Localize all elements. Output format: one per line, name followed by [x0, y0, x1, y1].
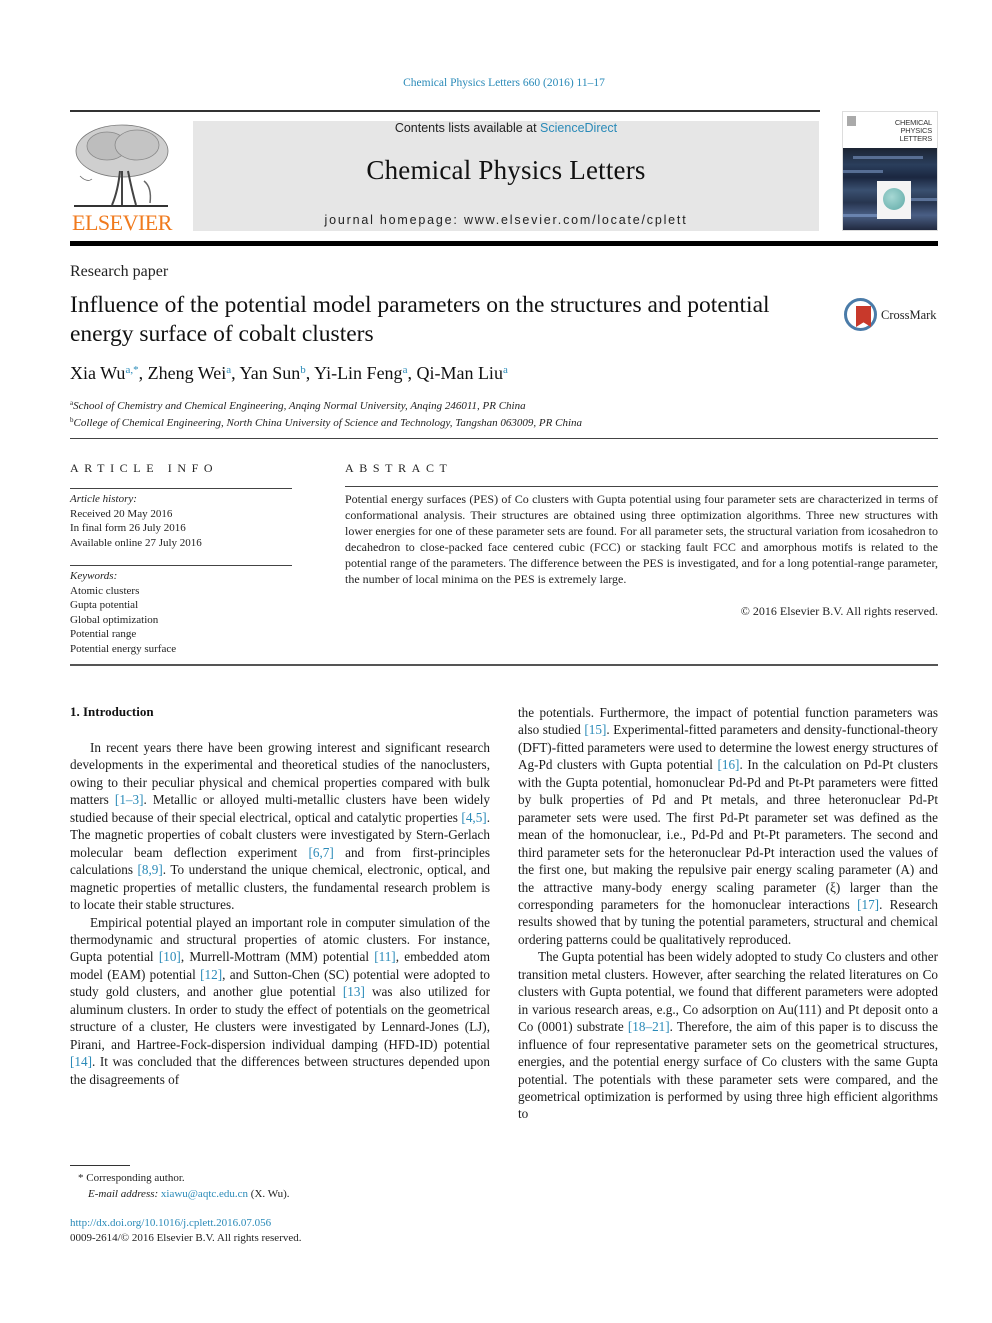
cover-elsevier-emblem-icon [847, 116, 856, 126]
title-divider [70, 438, 938, 439]
citation-link[interactable]: [1–3] [115, 792, 144, 807]
cover-molecule-image [877, 181, 911, 219]
history-received: Received 20 May 2016 [70, 507, 173, 520]
article-history: Article history: Received 20 May 2016 In… [70, 492, 202, 550]
citation-link[interactable]: [18–21] [628, 1019, 670, 1034]
history-final-form: In final form 26 July 2016 [70, 522, 186, 534]
keyword-item: Global optimization [70, 613, 159, 626]
footnote-star: * [78, 1172, 84, 1184]
keyword-item: Potential energy surface [70, 642, 177, 655]
author-list: Xia Wua,*, Zheng Weia, Yan Sunb, Yi-Lin … [70, 363, 508, 383]
citation-link[interactable]: [14] [70, 1054, 92, 1069]
citation-link[interactable]: [17] [857, 897, 879, 912]
contents-availability: Contents lists available at ScienceDirec… [193, 121, 819, 135]
article-info-rule [70, 488, 292, 489]
abstract-rule [345, 486, 938, 487]
paragraph: In recent years there have been growing … [70, 740, 491, 913]
citation-link[interactable]: [8,9] [138, 862, 163, 877]
doi-block: http://dx.doi.org/10.1016/j.cplett.2016.… [70, 1216, 302, 1246]
crossmark-icon [844, 298, 877, 331]
article-type: Research paper [70, 263, 169, 280]
cover-artwork [843, 148, 937, 230]
citation-link[interactable]: [4,5] [461, 810, 486, 825]
citation-link[interactable]: [6,7] [309, 845, 334, 860]
keyword-item: Atomic clusters [70, 584, 140, 597]
author-affiliation-marker[interactable]: a [226, 364, 231, 376]
keyword-item: Potential range [70, 628, 137, 640]
crossmark-label: CrossMark [881, 308, 937, 322]
author-affiliation-marker[interactable]: a [403, 364, 408, 376]
header-rule [70, 110, 820, 112]
elsevier-logo[interactable]: ELSEVIER [70, 117, 174, 235]
elsevier-tree-icon [72, 121, 170, 209]
article-info-heading: ARTICLE INFO [70, 461, 219, 475]
header-thick-rule [70, 241, 938, 246]
citation-link[interactable]: [11] [374, 949, 395, 964]
sciencedirect-link[interactable]: ScienceDirect [540, 121, 617, 135]
citation-link[interactable]: [12] [200, 967, 222, 982]
citation-link[interactable]: [10] [159, 949, 181, 964]
author-name[interactable]: Yan Sun [240, 363, 301, 383]
abstract-text: Potential energy surfaces (PES) of Co cl… [345, 492, 938, 586]
author-affiliation-marker[interactable]: a [503, 364, 508, 376]
paragraph: the potentials. Furthermore, the impact … [518, 705, 939, 947]
author-name[interactable]: Qi-Man Liu [416, 363, 502, 383]
journal-reference-link[interactable]: Chemical Physics Letters 660 (2016) 11–1… [0, 77, 992, 89]
keywords-rule [70, 565, 292, 566]
corresponding-author-footnote: * Corresponding author. E-mail address: … [78, 1172, 290, 1200]
issn-copyright: 0009-2614/© 2016 Elsevier B.V. All right… [70, 1232, 302, 1244]
author-name[interactable]: Xia Wu [70, 363, 125, 383]
cover-title: CHEMICAL PHYSICS LETTERS [894, 118, 932, 143]
cluster-sphere-icon [883, 188, 905, 210]
abstract-heading: ABSTRACT [345, 461, 453, 475]
section-heading-introduction: 1. Introduction [70, 704, 154, 719]
author-name[interactable]: Yi-Lin Feng [314, 363, 403, 383]
keywords-label: Keywords: [70, 570, 118, 582]
journal-name: Chemical Physics Letters [366, 155, 646, 185]
paragraph: The Gupta potential has been widely adop… [518, 949, 938, 1122]
abstract-copyright: © 2016 Elsevier B.V. All rights reserved… [740, 604, 938, 618]
doi-link[interactable]: http://dx.doi.org/10.1016/j.cplett.2016.… [70, 1217, 271, 1229]
author-affiliation-marker[interactable]: b [300, 364, 306, 376]
body-column-right: the potentials. Furthermore, the impact … [518, 704, 938, 1123]
keyword-item: Gupta potential [70, 599, 139, 611]
contents-prefix: Contents lists available at [394, 121, 541, 135]
affiliations: aSchool of Chemistry and Chemical Engine… [70, 396, 582, 430]
journal-homepage-link[interactable]: journal homepage: www.elsevier.com/locat… [193, 213, 819, 227]
footnote-rule [70, 1165, 130, 1166]
author-affiliation-marker[interactable]: a,* [125, 364, 138, 376]
history-available-online: Available online 27 July 2016 [70, 536, 202, 549]
body-column-left: In recent years there have been growing … [70, 739, 490, 1088]
crossmark-button[interactable]: CrossMark [844, 298, 944, 334]
email-label: E-mail address: [88, 1188, 161, 1200]
elsevier-wordmark: ELSEVIER [72, 210, 172, 235]
citation-link[interactable]: [15] [584, 722, 606, 737]
article-title: Influence of the potential model paramet… [70, 292, 770, 347]
journal-cover-thumbnail[interactable]: CHEMICAL PHYSICS LETTERS [842, 111, 938, 231]
affiliation-item: aSchool of Chemistry and Chemical Engine… [70, 399, 526, 412]
keywords: Keywords: Atomic clusters Gupta potentia… [70, 569, 176, 656]
article-history-label: Article history: [70, 493, 137, 505]
affiliation-item: bCollege of Chemical Engineering, North … [70, 416, 583, 429]
citation-link[interactable]: [16] [717, 757, 739, 772]
journal-masthead: Contents lists available at ScienceDirec… [193, 121, 819, 231]
front-matter-divider [70, 664, 938, 666]
author-email-link[interactable]: xiawu@aqtc.edu.cn [161, 1188, 248, 1200]
paragraph: Empirical potential played an important … [70, 914, 491, 1087]
author-name[interactable]: Zheng Wei [148, 363, 227, 383]
citation-link[interactable]: [13] [343, 984, 365, 999]
